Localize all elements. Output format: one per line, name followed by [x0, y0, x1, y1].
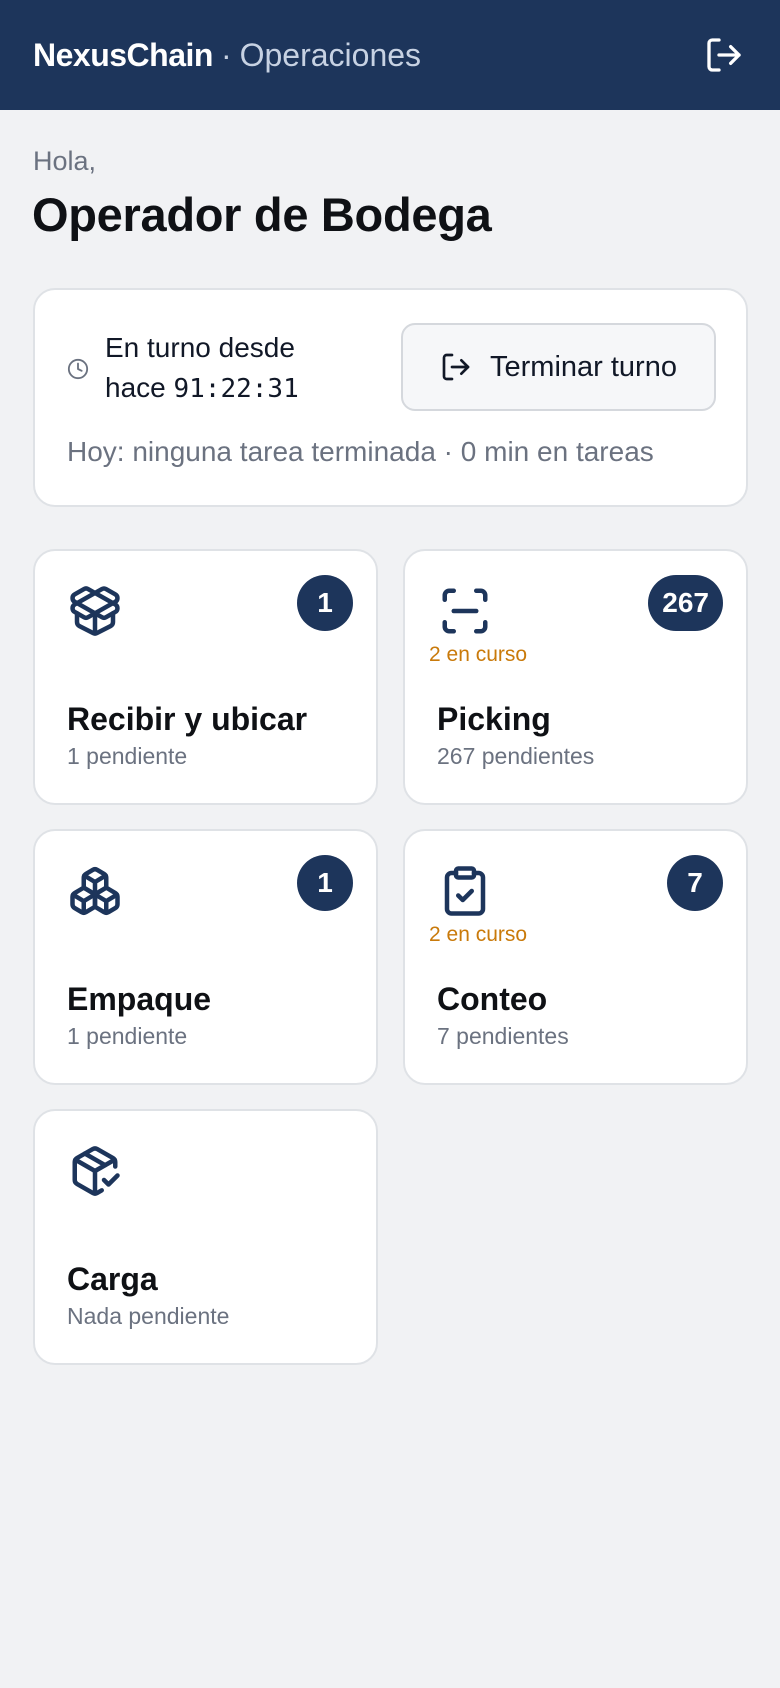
task-icon-wrap [68, 1144, 122, 1198]
boxes-icon [70, 867, 120, 916]
greeting-label: Hola, [33, 146, 97, 176]
top-bar: NexusChain · Operaciones [0, 0, 780, 110]
in-progress-label: 2 en curso [429, 923, 528, 946]
task-subtitle: 7 pendientes [437, 1023, 569, 1049]
scan-icon [442, 588, 488, 634]
shift-duration: En turno desde hace 91:22:31 [105, 328, 299, 409]
since-prefix: hace [105, 372, 166, 403]
shift-timer: 91:22:31 [173, 374, 299, 404]
clipboard-check-icon [444, 866, 486, 916]
task-subtitle: 267 pendientes [437, 743, 595, 769]
brand-name: NexusChain [33, 36, 213, 73]
shift-line2: hace 91:22:31 [105, 368, 299, 409]
app-title: NexusChain · Operaciones [33, 37, 421, 74]
logout-button[interactable] [700, 31, 748, 79]
brand-separator: · [220, 36, 232, 73]
package-open-icon [70, 586, 120, 636]
task-card-carga[interactable]: Carga Nada pendiente [33, 1109, 378, 1365]
task-title: Recibir y ubicar [67, 701, 308, 737]
task-card-picking[interactable]: 267 2 en curso Picking 267 pendientes [403, 549, 748, 805]
task-icon-wrap [68, 584, 122, 638]
user-name: Operador de Bodega [32, 188, 492, 241]
task-title: Conteo [437, 981, 548, 1017]
package-check-icon [72, 1146, 120, 1196]
in-progress-label: 2 en curso [429, 643, 528, 666]
clock-icon [67, 358, 89, 379]
task-subtitle: Nada pendiente [67, 1303, 230, 1329]
task-icon-wrap [68, 864, 122, 918]
count-badge: 1 [297, 855, 353, 911]
end-shift-label: Terminar turno [490, 350, 677, 383]
shift-card: En turno desde hace 91:22:31 Terminar tu… [33, 288, 748, 507]
task-subtitle: 1 pendiente [67, 1023, 188, 1049]
logout-icon [707, 38, 741, 72]
task-title: Carga [67, 1261, 158, 1297]
task-card-conteo[interactable]: 7 2 en curso Conteo 7 pendientes [403, 829, 748, 1085]
task-title: Picking [437, 701, 551, 737]
task-card-recibir[interactable]: 1 Recibir y ubicar 1 pendiente [33, 549, 378, 805]
shift-line1: En turno desde [105, 332, 295, 363]
count-badge: 267 [648, 575, 723, 631]
task-icon-wrap [438, 864, 492, 918]
logout-icon [442, 353, 470, 381]
count-badge: 1 [297, 575, 353, 631]
task-icon-wrap [438, 584, 492, 638]
task-subtitle: 1 pendiente [67, 743, 188, 769]
count-badge: 7 [667, 855, 723, 911]
shift-status: En turno desde hace 91:22:31 [67, 328, 299, 409]
end-shift-button[interactable]: Terminar turno [401, 323, 716, 411]
section-name: Operaciones [239, 36, 422, 73]
task-title: Empaque [67, 981, 212, 1017]
task-card-empaque[interactable]: 1 Empaque 1 pendiente [33, 829, 378, 1085]
daily-stats: Hoy: ninguna tarea terminada · 0 min en … [67, 436, 654, 467]
